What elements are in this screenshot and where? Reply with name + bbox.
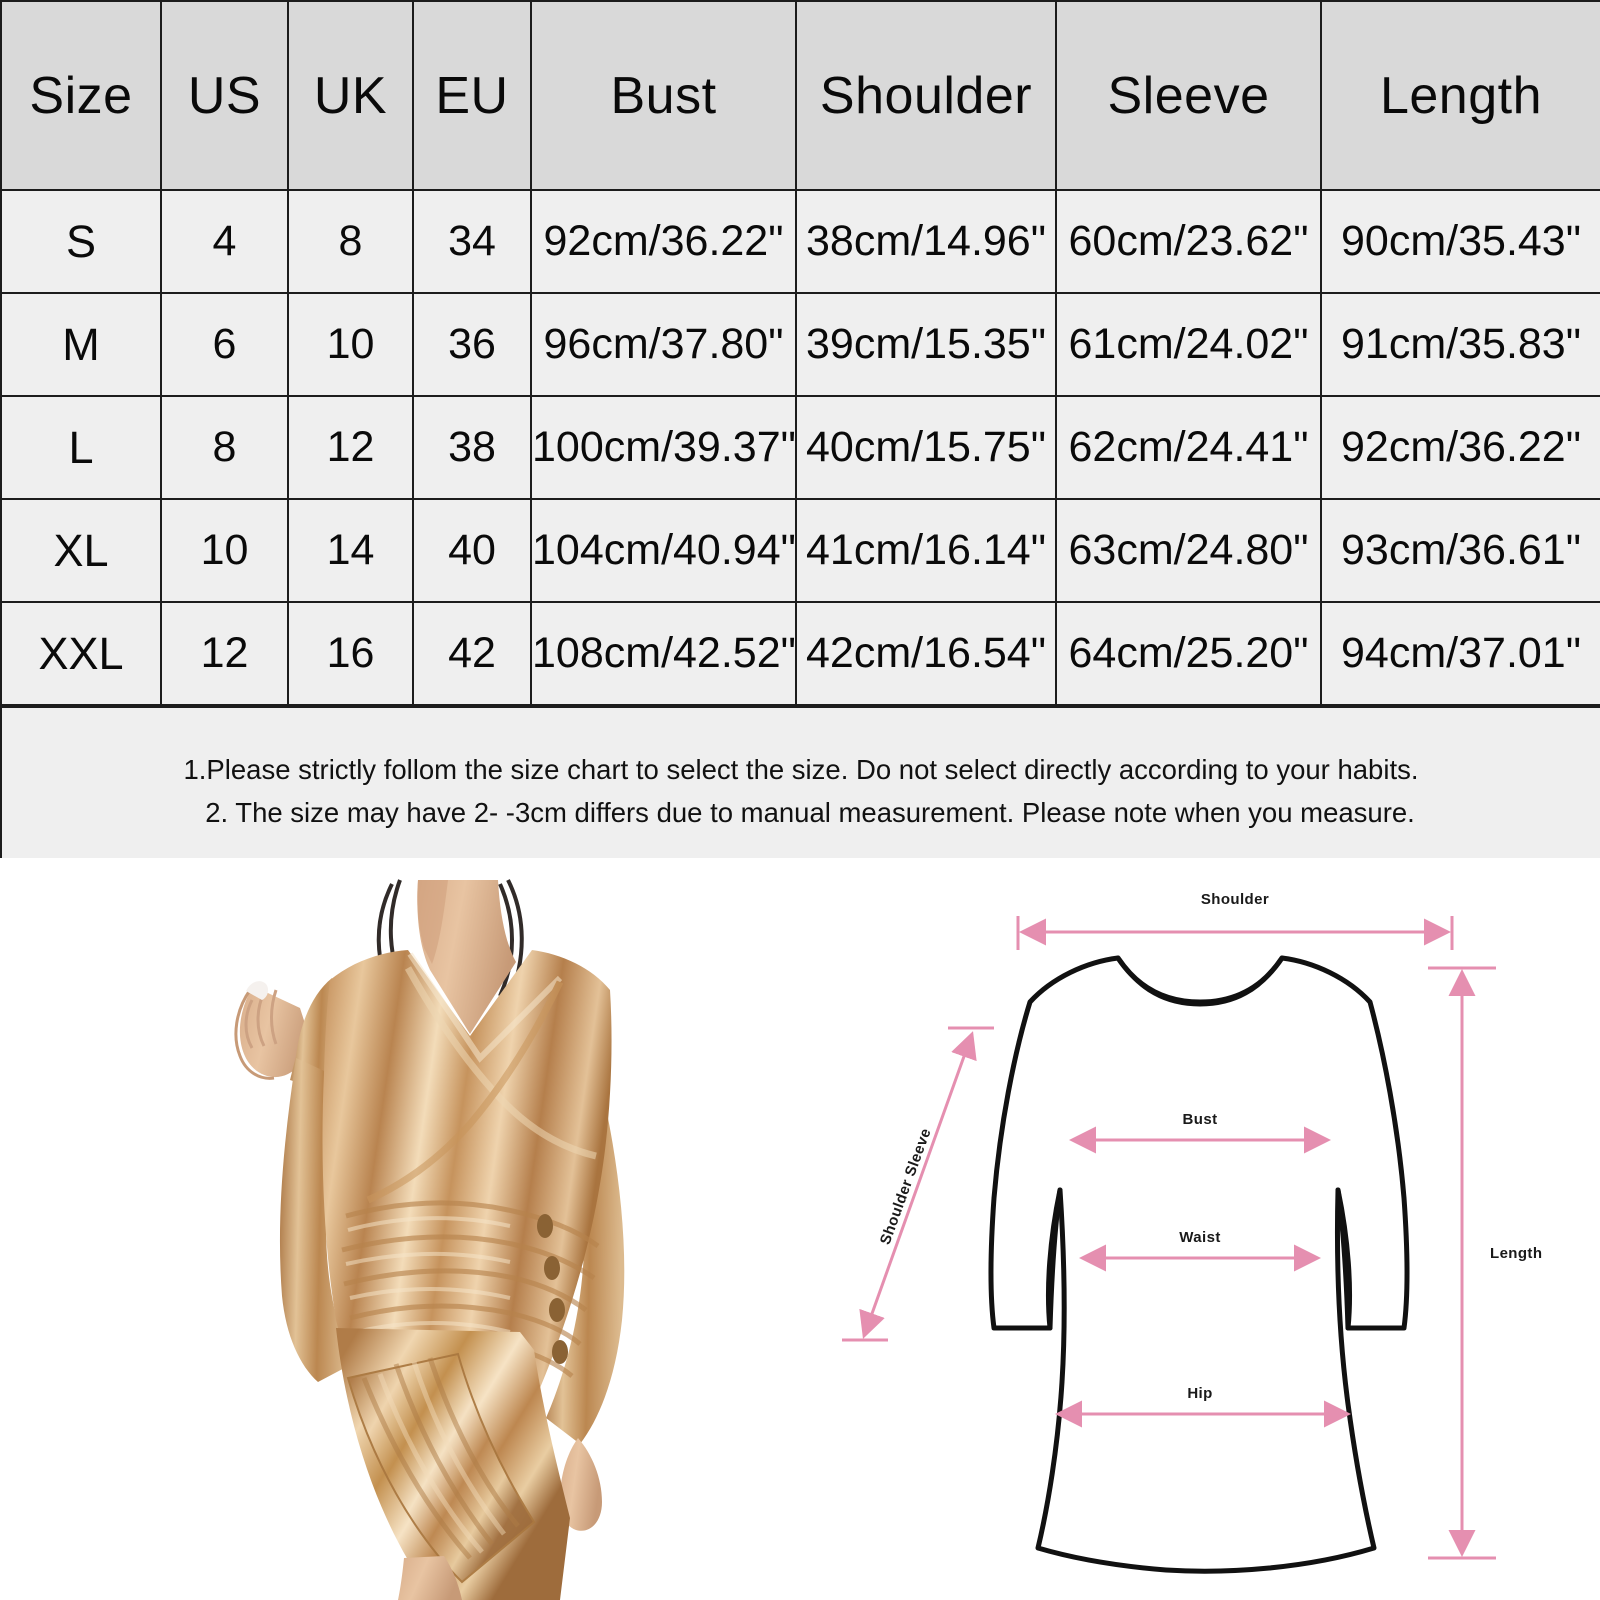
model-photo: [0, 858, 800, 1600]
cell-length: 93cm/36.61": [1320, 498, 1600, 603]
cell-eu: 40: [412, 498, 532, 603]
cell-us: 10: [160, 498, 289, 603]
table-row: XL 10 14 40 104cm/40.94" 41cm/16.14" 63c…: [0, 498, 1600, 603]
cell-sleeve: 60cm/23.62": [1055, 189, 1322, 294]
cell-shoulder: 39cm/15.35": [795, 292, 1057, 397]
table-row: M 6 10 36 96cm/37.80" 39cm/15.35" 61cm/2…: [0, 292, 1600, 397]
cell-length: 94cm/37.01": [1320, 601, 1600, 707]
cell-length: 90cm/35.43": [1320, 189, 1600, 294]
notes-row: 1.Please strictly follom the size chart …: [0, 704, 1600, 866]
cell-length: 92cm/36.22": [1320, 395, 1600, 500]
cell-eu: 36: [412, 292, 532, 397]
cell-shoulder: 42cm/16.54": [795, 601, 1057, 707]
cell-bust: 96cm/37.80": [530, 292, 797, 397]
cell-sleeve: 61cm/24.02": [1055, 292, 1322, 397]
measurement-diagram-pane: Shoulder Shoulder Sleeve Bust Waist Hip …: [800, 858, 1600, 1600]
table-row: L 8 12 38 100cm/39.37" 40cm/15.75" 62cm/…: [0, 395, 1600, 500]
column-header-us: US: [160, 0, 289, 191]
model-illustration: [0, 858, 800, 1600]
garment-measurement-diagram: Shoulder Shoulder Sleeve Bust Waist Hip …: [800, 858, 1600, 1600]
cell-size: XL: [0, 498, 162, 603]
table-row: S 4 8 34 92cm/36.22" 38cm/14.96" 60cm/23…: [0, 189, 1600, 294]
garment-outline: [988, 955, 1410, 1574]
cell-shoulder: 41cm/16.14": [795, 498, 1057, 603]
cell-eu: 38: [412, 395, 532, 500]
label-hip: Hip: [1187, 1385, 1212, 1402]
note-line-1: 1.Please strictly follom the size chart …: [183, 754, 1419, 786]
cell-us: 4: [160, 189, 289, 294]
cell-sleeve: 62cm/24.41": [1055, 395, 1322, 500]
column-header-eu: EU: [412, 0, 532, 191]
cell-length: 91cm/35.83": [1320, 292, 1600, 397]
label-waist: Waist: [1179, 1229, 1220, 1246]
cell-uk: 16: [287, 601, 414, 707]
column-header-sleeve: Sleeve: [1055, 0, 1322, 191]
cell-size: L: [0, 395, 162, 500]
cell-uk: 10: [287, 292, 414, 397]
cell-bust: 100cm/39.37": [530, 395, 797, 500]
size-notes: 1.Please strictly follom the size chart …: [0, 704, 1600, 866]
cell-eu: 34: [412, 189, 532, 294]
cell-bust: 92cm/36.22": [530, 189, 797, 294]
cell-uk: 8: [287, 189, 414, 294]
cell-size: XXL: [0, 601, 162, 707]
column-header-uk: UK: [287, 0, 414, 191]
cell-shoulder: 38cm/14.96": [795, 189, 1057, 294]
label-length: Length: [1490, 1245, 1542, 1262]
cell-sleeve: 63cm/24.80": [1055, 498, 1322, 603]
size-chart-table: Size US UK EU Bust Shoulder Sleeve Lengt…: [0, 0, 1600, 866]
model-photo-pane: [0, 858, 800, 1600]
cell-us: 6: [160, 292, 289, 397]
cell-uk: 12: [287, 395, 414, 500]
cell-us: 8: [160, 395, 289, 500]
size-chart-panel: Size US UK EU Bust Shoulder Sleeve Lengt…: [0, 0, 1600, 866]
cell-us: 12: [160, 601, 289, 707]
column-header-shoulder: Shoulder: [795, 0, 1057, 191]
table-header-row: Size US UK EU Bust Shoulder Sleeve Lengt…: [0, 0, 1600, 191]
cell-size: M: [0, 292, 162, 397]
label-shoulder: Shoulder: [1201, 891, 1269, 908]
column-header-length: Length: [1320, 0, 1600, 191]
cell-bust: 108cm/42.52": [530, 601, 797, 707]
column-header-size: Size: [0, 0, 162, 191]
table-row: XXL 12 16 42 108cm/42.52" 42cm/16.54" 64…: [0, 601, 1600, 707]
cell-size: S: [0, 189, 162, 294]
bottom-panel: Shoulder Shoulder Sleeve Bust Waist Hip …: [0, 858, 1600, 1600]
cell-eu: 42: [412, 601, 532, 707]
cell-uk: 14: [287, 498, 414, 603]
cell-shoulder: 40cm/15.75": [795, 395, 1057, 500]
cell-sleeve: 64cm/25.20": [1055, 601, 1322, 707]
cell-bust: 104cm/40.94": [530, 498, 797, 603]
note-line-2: 2. The size may have 2- -3cm differs due…: [205, 797, 1415, 828]
label-bust: Bust: [1183, 1111, 1218, 1128]
column-header-bust: Bust: [530, 0, 797, 191]
